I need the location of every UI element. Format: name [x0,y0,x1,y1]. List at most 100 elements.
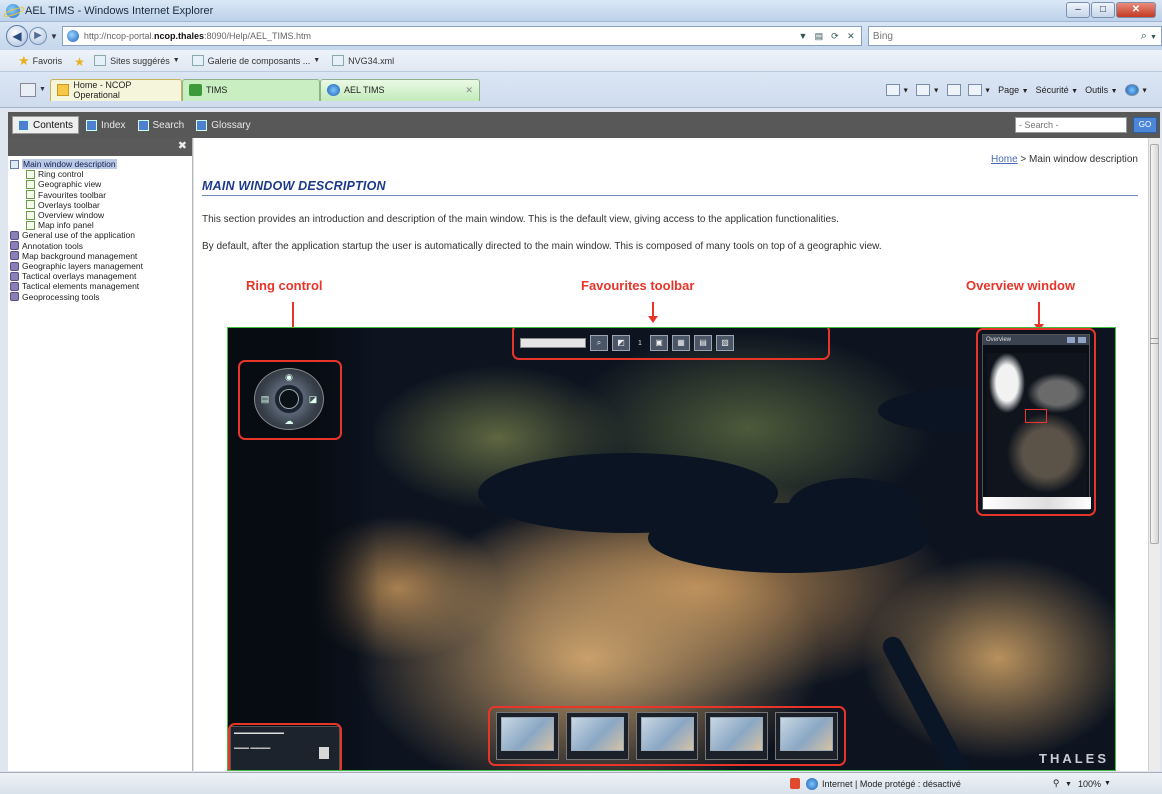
favorite-nvg-xml[interactable]: NVG34.xml [332,55,394,66]
toc-item-geographic-layers[interactable]: Geographic layers management [10,261,192,271]
close-pane-icon[interactable]: ✖ [178,139,187,152]
search-box[interactable]: ⌕ ▼ [867,26,1162,46]
refresh-icon[interactable]: ⟳ [828,31,842,42]
help-search: GO [1015,117,1160,133]
toc-item-tactical-elements[interactable]: Tactical elements management [10,281,192,291]
close-tab-icon[interactable]: ✕ [465,85,473,96]
toc-item-map-background[interactable]: Map background management [10,251,192,261]
address-bar[interactable]: http://ncop-portal.ncop.thales:8090/Help… [61,26,862,46]
page-menu[interactable]: Page ▼ [998,85,1028,95]
quick-tabs-icon[interactable] [20,82,36,97]
toc-header: ✖ [8,138,192,156]
home-folder-icon [56,84,70,96]
callout-arrow-overview [1034,302,1044,331]
geographic-view-screenshot: ◉ ☁ ▤ ◪ ⌕ ◩ 1 ▣ ▦ ▤ ▧ Overview ▬▬▬▬▬▬▬▬▬… [227,327,1116,771]
command-bar: ▼ ▼ ▼ Page ▼ Sécurité ▼ Outils ▼ ▼ [885,83,1162,96]
toc-item-main-window-description[interactable]: Main window description [10,159,192,170]
toc-item-map-info-panel[interactable]: Map info panel [10,220,192,230]
zoom-level[interactable]: 100% [1078,779,1101,789]
intro-paragraph: This section provides an introduction an… [202,214,839,225]
search-input[interactable] [872,30,1123,42]
scrollbar-thumb[interactable] [1150,144,1159,544]
internet-explorer-icon [6,3,20,18]
popup-blocker-icon[interactable] [790,778,800,789]
forward-button[interactable]: ▶ [29,27,47,45]
tab-list-dropdown-icon[interactable]: ▼ [39,86,46,93]
zoom-dropdown-icon[interactable]: ▼ [1104,780,1111,787]
closed-book-icon [10,282,19,292]
page-icon [26,180,35,189]
close-button[interactable]: ✕ [1116,2,1156,18]
ie-page-icon [94,55,107,66]
search-icon[interactable]: ⌕ ▼ [1141,30,1157,43]
thales-logo: THALES [1039,751,1109,766]
feeds-button[interactable]: ▼ [916,83,940,96]
change-zoom-dropdown[interactable]: ⚲ ▼ [1053,778,1072,789]
content-scrollbar[interactable] [1148,138,1160,771]
help-search-input[interactable] [1015,117,1127,133]
tab-contents[interactable]: Contents [12,116,80,134]
help-menu[interactable]: ▼ [1124,83,1148,96]
history-dropdown-icon[interactable]: ▼ [50,32,58,41]
address-tools: ▼ ▤ ⟳ ✕ [796,31,861,42]
window-title: AEL TIMS - Windows Internet Explorer [25,4,214,17]
ie-page-icon [191,55,204,66]
tab-ael-tims[interactable]: AEL TIMS ✕ [319,78,480,101]
favorite-gallery[interactable]: Galerie de composants ... ▼ [191,55,320,66]
closed-book-icon [10,241,19,251]
favorites-button[interactable]: Favoris [33,56,63,66]
address-url[interactable]: http://ncop-portal.ncop.thales:8090/Help… [84,31,311,41]
closed-book-icon [10,292,19,302]
highlight-ring-control [238,360,342,440]
minimize-button[interactable]: – [1066,2,1090,18]
favorites-bar: ★ Favoris ★ Sites suggérés ▼ Galerie de co… [0,50,1162,72]
toc-item-ring-control[interactable]: Ring control [10,169,192,179]
closed-book-icon [10,231,19,241]
security-zone-text: Internet | Mode protégé : désactivé [822,778,961,789]
aegean-sea [788,478,918,538]
red-sea [879,633,977,770]
toc-item-general-use[interactable]: General use of the application [10,230,192,240]
maximize-button[interactable]: □ [1091,2,1115,18]
glossary-icon [196,119,208,131]
help-search-go-button[interactable]: GO [1133,117,1157,133]
tab-index[interactable]: Index [81,116,130,134]
print-icon [967,83,982,96]
read-mail-button[interactable] [946,83,961,96]
back-button[interactable]: ◀ [6,25,28,47]
ie-globe-icon [326,84,340,96]
breadcrumb-home-link[interactable]: Home [991,154,1018,165]
callout-arrow-favourites [648,302,658,323]
open-book-icon [10,159,19,169]
toc-item-tactical-overlays[interactable]: Tactical overlays management [10,271,192,281]
closed-book-icon [10,271,19,281]
toc-item-overview-window[interactable]: Overview window [10,210,192,220]
site-globe-icon [66,30,79,42]
toc-item-annotation-tools[interactable]: Annotation tools [10,241,192,251]
address-dropdown-icon[interactable]: ▼ [796,31,810,42]
toc-item-geoprocessing-tools[interactable]: Geoprocessing tools [10,292,192,302]
rss-feed-icon [916,83,931,96]
breadcrumb-current: > Main window description [1017,154,1138,165]
highlight-favourites-toolbar [512,328,830,360]
security-menu[interactable]: Sécurité ▼ [1036,85,1078,95]
compatibility-view-icon[interactable]: ▤ [812,31,826,42]
toc-item-geographic-view[interactable]: Geographic view [10,179,192,189]
add-favorite-icon[interactable]: ★ [74,55,88,69]
tab-tims[interactable]: TIMS [181,78,320,101]
favorite-suggested-sites[interactable]: ★ Sites suggérés ▼ [74,55,180,69]
callout-overview-window: Overview window [966,278,1076,293]
tools-menu[interactable]: Outils ▼ [1085,85,1117,95]
tab-search[interactable]: Search [133,116,190,134]
page-title: MAIN WINDOW DESCRIPTION [202,179,1138,196]
toc-item-overlays-toolbar[interactable]: Overlays toolbar [10,200,192,210]
toc-list: Main window description Ring control Geo… [8,156,192,302]
tab-glossary[interactable]: Glossary [191,116,255,134]
home-button[interactable]: ▼ [885,83,909,96]
print-button[interactable]: ▼ [967,83,991,96]
favorites-star-icon[interactable]: ★ [18,53,30,69]
stop-icon[interactable]: ✕ [844,31,858,42]
toc-item-favourites-toolbar[interactable]: Favourites toolbar [10,190,192,200]
tab-home-ncop[interactable]: Home - NCOP Operational [49,78,182,101]
index-icon [86,119,98,131]
